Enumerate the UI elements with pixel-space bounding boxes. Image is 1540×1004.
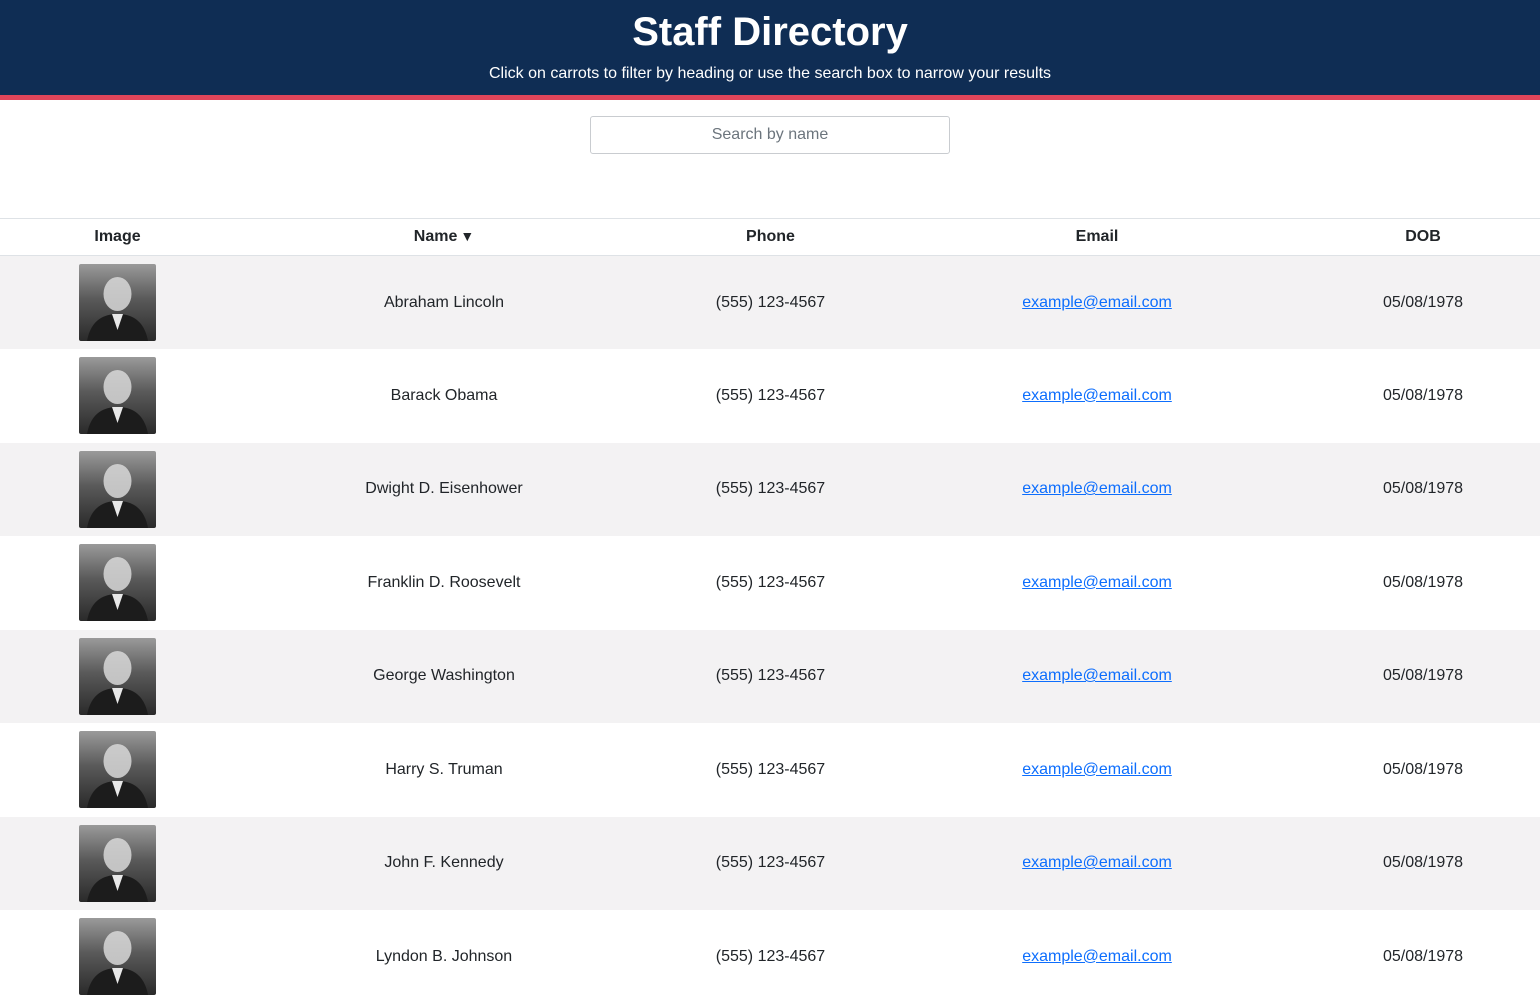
cell-dob: 05/08/1978 (1382, 854, 1464, 872)
cell-name: Harry S. Truman (385, 760, 503, 778)
column-header-dob: DOB (1306, 218, 1540, 256)
email-link[interactable]: example@email.com (1022, 854, 1172, 871)
cell-name: Dwight D. Eisenhower (365, 480, 523, 498)
cell-email: example@email.com (888, 536, 1306, 630)
email-link[interactable]: example@email.com (1022, 574, 1172, 591)
page-subtitle: Click on carrots to filter by heading or… (488, 65, 1052, 82)
cell-image (0, 630, 235, 724)
column-header-email: Email (888, 218, 1306, 256)
cell-dob: 05/08/1978 (1382, 667, 1464, 685)
table-header-row: Image Name ▼ Phone Email DOB (0, 218, 1540, 256)
cell-email: example@email.com (888, 817, 1306, 911)
cell-image (0, 817, 235, 911)
cell-phone: (555) 123-4567 (715, 386, 826, 404)
cell-image (0, 910, 235, 1004)
table-row: George Washington (555) 123-4567 example@e… (0, 629, 1540, 724)
staff-photo (79, 544, 156, 622)
staff-photo (79, 824, 156, 902)
staff-photo (79, 918, 156, 996)
cell-phone: (555) 123-4567 (715, 760, 826, 778)
cell-dob: 05/08/1978 (1382, 386, 1464, 404)
cell-phone: (555) 123-4567 (715, 573, 826, 591)
email-link[interactable]: example@email.com (1022, 294, 1172, 311)
staff-photo (79, 637, 156, 715)
cell-dob: 05/08/1978 (1382, 293, 1464, 311)
cell-image (0, 349, 235, 443)
cell-email: example@email.com (888, 630, 1306, 724)
staff-photo (79, 731, 156, 809)
staff-photo (79, 264, 156, 341)
search-input[interactable] (590, 116, 950, 154)
page-header: Staff Directory Click on carrots to filt… (0, 0, 1540, 100)
column-header-name[interactable]: Name ▼ (235, 218, 653, 256)
cell-phone: (555) 123-4567 (715, 667, 826, 685)
email-link[interactable]: example@email.com (1022, 480, 1172, 497)
table-row: Abraham Lincoln (555) 123-4567 example@ema… (0, 255, 1540, 350)
cell-image (0, 536, 235, 630)
cell-email: example@email.com (888, 349, 1306, 443)
cell-phone: (555) 123-4567 (715, 854, 826, 872)
email-link[interactable]: example@email.com (1022, 387, 1172, 404)
cell-email: example@email.com (888, 910, 1306, 1004)
cell-phone: (555) 123-4567 (715, 293, 826, 311)
table-row: Lyndon B. Johnson (555) 123-4567 example@e… (0, 910, 1540, 1004)
cell-dob: 05/08/1978 (1382, 480, 1464, 498)
cell-image (0, 256, 235, 350)
cell-email: example@email.com (888, 443, 1306, 537)
cell-name: Abraham Lincoln (383, 293, 505, 311)
cell-phone: (555) 123-4567 (715, 947, 826, 965)
column-header-phone: Phone (653, 218, 888, 256)
table-row: Franklin D. Roosevelt (555) 123-4567 examp… (0, 536, 1540, 630)
column-header-image: Image (0, 218, 235, 256)
cell-image (0, 443, 235, 537)
page-title: Staff Directory (632, 10, 908, 54)
table-row: John F. Kennedy (555) 123-4567 example@ema… (0, 816, 1540, 911)
cell-name: John F. Kennedy (384, 854, 504, 872)
table-row: Harry S. Truman (555) 123-4567 example@ema… (0, 723, 1540, 817)
staff-photo (79, 450, 156, 528)
cell-dob: 05/08/1978 (1382, 760, 1464, 778)
search-container (590, 116, 950, 154)
cell-phone: (555) 123-4567 (715, 480, 826, 498)
cell-name: Barack Obama (390, 386, 498, 404)
cell-email: example@email.com (888, 723, 1306, 817)
email-link[interactable]: example@email.com (1022, 761, 1172, 778)
cell-dob: 05/08/1978 (1382, 947, 1464, 965)
cell-image (0, 723, 235, 817)
email-link[interactable]: example@email.com (1022, 948, 1172, 965)
cell-email: example@email.com (888, 256, 1306, 350)
table-body: Abraham Lincoln (555) 123-4567 example@ema… (0, 255, 1540, 1004)
email-link[interactable]: example@email.com (1022, 667, 1172, 684)
cell-name: George Washington (373, 667, 515, 685)
cell-dob: 05/08/1978 (1382, 573, 1464, 591)
sort-caret-icon[interactable]: ▼ (460, 228, 474, 244)
staff-table: Image Name ▼ Phone Email DOB Abraham Linc… (0, 218, 1540, 1004)
table-row: Barack Obama (555) 123-4567 example@email.… (0, 349, 1540, 443)
cell-name: Lyndon B. Johnson (375, 947, 513, 965)
staff-photo (79, 357, 156, 435)
table-row: Dwight D. Eisenhower (555) 123-4567 exampl… (0, 442, 1540, 537)
cell-name: Franklin D. Roosevelt (367, 573, 521, 591)
